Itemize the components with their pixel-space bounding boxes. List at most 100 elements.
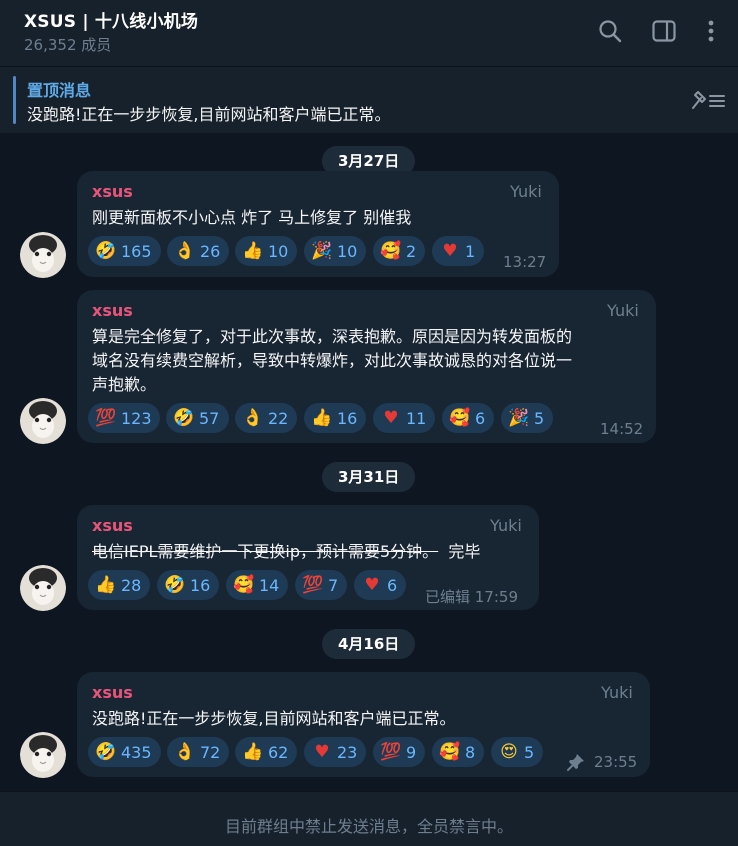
reaction-pill[interactable]: ♥ 23 (304, 737, 366, 767)
reaction-pill[interactable]: 👍 16 (304, 403, 366, 433)
message-text: 电信IEPL需要维护一下更换ip，预计需要5分钟。 完毕 (92, 540, 480, 564)
chat-header: XSUS | 十八线小机场 26,352 成员 (0, 0, 738, 66)
reaction-pill[interactable]: 💯 123 (88, 403, 160, 433)
reaction-count: 22 (268, 408, 289, 428)
reaction-count: 6 (387, 575, 398, 595)
smiling-hearts-emoji-icon: 🥰 (439, 742, 461, 762)
message-bubble[interactable]: xsus Yuki 刚更新面板不小心点 炸了 马上修复了 别催我 🤣 165 👌 2… (77, 171, 559, 277)
reaction-pill[interactable]: 🥰 2 (373, 236, 425, 266)
avatar[interactable] (20, 398, 66, 444)
more-vertical-icon[interactable] (698, 18, 724, 44)
sender-name[interactable]: xsus (92, 516, 133, 535)
reaction-count: 9 (406, 742, 417, 762)
reaction-count: 5 (524, 742, 535, 762)
avatar[interactable] (20, 565, 66, 611)
reaction-pill[interactable]: 👌 72 (167, 737, 229, 767)
smiling-hearts-emoji-icon: 🥰 (449, 408, 471, 428)
reaction-pill[interactable]: 😍 5 (491, 737, 543, 767)
reaction-pill[interactable]: 🥰 8 (432, 737, 484, 767)
red-heart-emoji-icon: ♥ (364, 575, 380, 595)
sender-name[interactable]: xsus (92, 301, 133, 320)
message-bubble[interactable]: xsus Yuki 没跑路!正在一步步恢复,目前网站和客户端已正常。 🤣 435 … (77, 672, 650, 777)
reaction-count: 26 (200, 241, 221, 261)
date-separator: 4月16日 (322, 629, 416, 659)
reaction-pill[interactable]: 🤣 16 (157, 570, 219, 600)
reaction-count: 16 (190, 575, 211, 595)
message-bubble[interactable]: xsus Yuki 算是完全修复了，对于此次事故，深表抱歉。原因是因为转发面板的… (77, 290, 656, 443)
reaction-pill[interactable]: 🎉 5 (501, 403, 553, 433)
reaction-pill[interactable]: 💯 7 (295, 570, 347, 600)
reaction-count: 435 (121, 742, 152, 762)
admin-badge: Yuki (607, 301, 639, 320)
reaction-count: 1 (465, 241, 476, 261)
reaction-pill[interactable]: 👍 62 (235, 737, 297, 767)
thumbs-up-emoji-icon: 👍 (95, 575, 117, 595)
red-heart-emoji-icon: ♥ (314, 742, 330, 762)
composer-disabled-bar: 目前群组中禁止发送消息，全员禁言中。 (0, 791, 738, 846)
message-text-after: 完毕 (438, 542, 481, 561)
reaction-count: 23 (337, 742, 358, 762)
admin-badge: Yuki (490, 516, 522, 535)
reaction-count: 10 (268, 241, 289, 261)
strikethrough-text: 电信IEPL需要维护一下更换ip，预计需要5分钟。 (92, 542, 439, 561)
reaction-pill[interactable]: ♥ 1 (432, 236, 484, 266)
red-heart-emoji-icon: ♥ (383, 408, 399, 428)
hundred-points-emoji-icon: 💯 (95, 408, 117, 428)
member-count: 26,352 成员 (24, 36, 112, 54)
hundred-points-emoji-icon: 💯 (302, 575, 324, 595)
reaction-pill[interactable]: 🥰 14 (226, 570, 288, 600)
reaction-pill[interactable]: ♥ 11 (373, 403, 435, 433)
sender-name[interactable]: xsus (92, 683, 133, 702)
reaction-count: 28 (121, 575, 142, 595)
pinned-indicator (13, 76, 16, 124)
reaction-count: 7 (328, 575, 339, 595)
smiling-hearts-emoji-icon: 🥰 (233, 575, 255, 595)
message-bubble[interactable]: xsus Yuki 电信IEPL需要维护一下更换ip，预计需要5分钟。 完毕 👍… (77, 505, 539, 610)
avatar[interactable] (20, 232, 66, 278)
message-time: 13:27 (503, 253, 547, 271)
avatar[interactable] (20, 732, 66, 778)
smiling-hearts-emoji-icon: 🥰 (380, 241, 402, 261)
message-text: 没跑路!正在一步步恢复,目前网站和客户端已正常。 (92, 709, 456, 728)
reaction-pill[interactable]: 🎉 10 (304, 236, 366, 266)
rofl-emoji-icon: 🤣 (173, 408, 195, 428)
party-popper-emoji-icon: 🎉 (508, 408, 530, 428)
chat-title[interactable]: XSUS | 十八线小机场 (24, 7, 198, 32)
message-time: 23:55 (594, 753, 638, 771)
reaction-pill[interactable]: 👌 22 (235, 403, 297, 433)
sidebar-toggle-icon[interactable] (651, 18, 677, 44)
reaction-pill[interactable]: 🤣 165 (88, 236, 161, 266)
hundred-points-emoji-icon: 💯 (380, 742, 402, 762)
thumbs-up-emoji-icon: 👍 (242, 241, 264, 261)
rofl-emoji-icon: 🤣 (95, 742, 117, 762)
rofl-emoji-icon: 🤣 (95, 241, 117, 261)
date-separator: 3月31日 (322, 462, 416, 492)
reaction-pill[interactable]: 🤣 57 (166, 403, 229, 433)
unpin-list-icon[interactable] (690, 87, 728, 113)
reaction-count: 165 (121, 241, 152, 261)
muted-notice: 目前群组中禁止发送消息，全员禁言中。 (224, 817, 513, 836)
ok-hand-emoji-icon: 👌 (174, 241, 196, 261)
search-icon[interactable] (597, 18, 623, 44)
reaction-pill[interactable]: 👌 26 (167, 236, 229, 266)
message-text: 刚更新面板不小心点 炸了 马上修复了 别催我 (92, 208, 412, 227)
reaction-pill[interactable]: 👍 10 (235, 236, 297, 266)
reaction-pill[interactable]: 🥰 6 (442, 403, 494, 433)
message-time: 14:52 (600, 420, 644, 438)
reaction-count: 10 (337, 241, 358, 261)
pinned-message-bar[interactable]: 置顶消息 没跑路!正在一步步恢复,目前网站和客户端已正常。 (0, 66, 738, 133)
ok-hand-emoji-icon: 👌 (174, 742, 196, 762)
pinned-title: 置顶消息 (27, 81, 92, 100)
admin-badge: Yuki (601, 683, 633, 702)
party-popper-emoji-icon: 🎉 (311, 241, 333, 261)
reaction-pill[interactable]: 👍 28 (88, 570, 150, 600)
sender-name[interactable]: xsus (92, 182, 133, 201)
reaction-pill[interactable]: 🤣 435 (88, 737, 161, 767)
thumbs-up-emoji-icon: 👍 (242, 742, 264, 762)
reaction-count: 6 (475, 408, 486, 428)
reaction-count: 62 (268, 742, 289, 762)
reaction-pill[interactable]: ♥ 6 (354, 570, 406, 600)
reaction-pill[interactable]: 💯 9 (373, 737, 425, 767)
red-heart-emoji-icon: ♥ (442, 241, 458, 261)
heart-eyes-emoji-icon: 😍 (500, 742, 518, 762)
